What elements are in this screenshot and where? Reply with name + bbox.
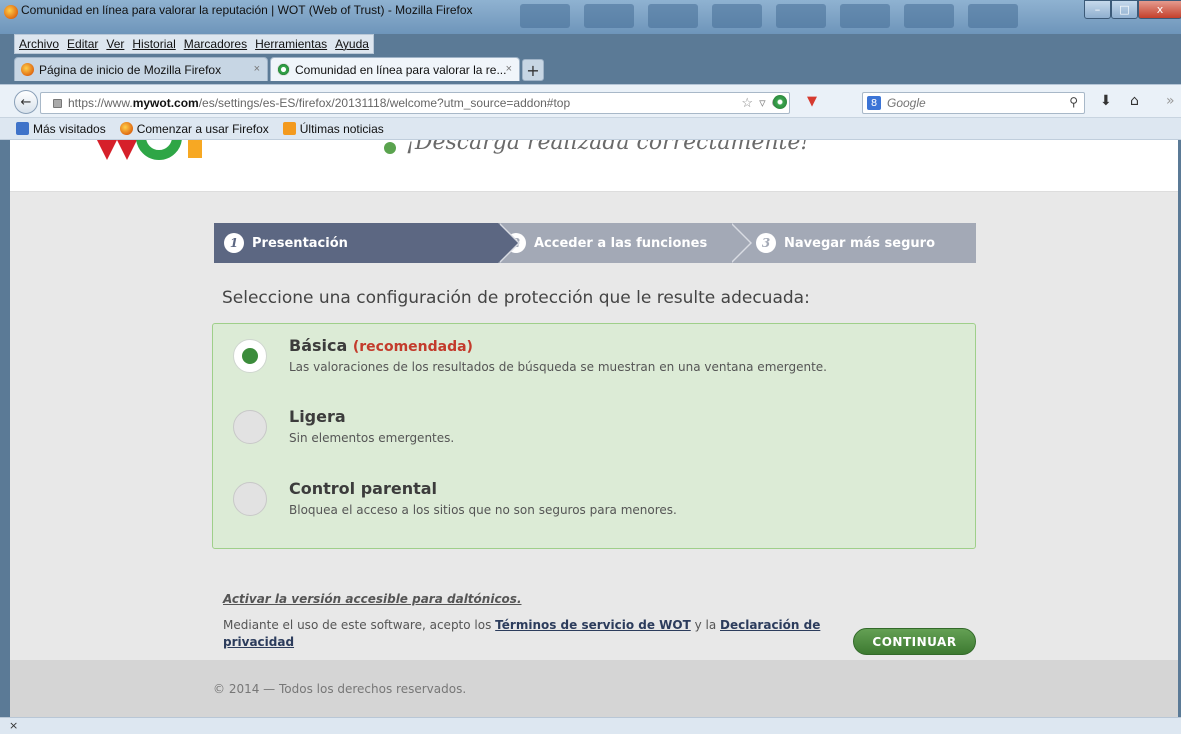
menu-historial[interactable]: Historial [132, 37, 175, 51]
close-addon-bar-icon[interactable]: × [9, 719, 18, 732]
step-label: Presentación [252, 235, 348, 251]
radio-control-parental[interactable] [233, 482, 267, 516]
step-number: 1 [224, 233, 244, 253]
maximize-button[interactable]: □ [1111, 0, 1138, 19]
site-header: ¡Descarga realizada correctamente! [10, 140, 1178, 192]
option-title: Control parental [289, 479, 438, 498]
radio-basica[interactable] [233, 339, 267, 373]
step-progress: 1 Presentación 2 Acceder a las funciones… [214, 223, 976, 263]
step-acceder-funciones: 2 Acceder a las funciones [498, 223, 752, 263]
search-input[interactable] [887, 96, 1047, 110]
protection-options: Básica (recomendada) Las valoraciones de… [212, 323, 976, 549]
recommended-label: (recomendada) [352, 339, 473, 355]
option-description: Sin elementos emergentes. [289, 431, 455, 445]
menu-ver[interactable]: Ver [106, 37, 124, 51]
step-presentacion: 1 Presentación [214, 223, 520, 263]
menu-bar: Archivo Editar Ver Historial Marcadores … [14, 34, 374, 54]
radio-ligera[interactable] [233, 410, 267, 444]
colorblind-mode-link[interactable]: Activar la versión accesible para daltón… [223, 592, 522, 606]
tab-firefox-start[interactable]: Página de inicio de Mozilla Firefox × [14, 57, 268, 81]
wot-logo[interactable] [92, 140, 222, 166]
new-tab-button[interactable]: + [522, 59, 544, 81]
option-title: Básica (recomendada) [289, 336, 473, 355]
wot-icon [277, 63, 290, 76]
download-icon[interactable]: ⬇ [1100, 93, 1112, 109]
option-control-parental[interactable]: Control parental Bloquea el acceso a los… [233, 479, 953, 533]
menu-herramientas[interactable]: Herramientas [255, 37, 327, 51]
status-bar: × [0, 717, 1181, 734]
menu-marcadores[interactable]: Marcadores [184, 37, 247, 51]
tab-label: Página de inicio de Mozilla Firefox [39, 62, 222, 77]
option-description: Bloquea el acceso a los sitios que no so… [289, 503, 677, 517]
close-window-button[interactable]: x [1138, 0, 1181, 19]
tab-wot-community[interactable]: Comunidad en línea para valorar la re...… [270, 57, 520, 81]
step-label: Navegar más seguro [784, 235, 935, 251]
window-controls: – □ x [1084, 0, 1181, 20]
bookmark-label: Más visitados [33, 121, 106, 136]
url-bar[interactable]: https://www.mywot.com/es/settings/es-ES/… [40, 92, 790, 114]
wot-toolbar-icon[interactable] [773, 95, 787, 109]
firefox-icon [21, 63, 34, 76]
rss-icon [282, 122, 296, 135]
bookmark-label: Comenzar a usar Firefox [136, 121, 269, 136]
option-ligera[interactable]: Ligera Sin elementos emergentes. [233, 407, 953, 461]
menu-editar[interactable]: Editar [67, 37, 98, 51]
bookmark-star-icon[interactable]: ☆ [741, 95, 753, 111]
more-tools-icon[interactable]: » [1166, 93, 1175, 109]
menu-archivo[interactable]: Archivo [19, 37, 59, 51]
most-visited-icon [16, 122, 29, 135]
history-dropdown-icon[interactable]: ▿ [759, 95, 766, 111]
lock-icon [53, 98, 62, 108]
navigation-bar: ← https://www.mywot.com/es/settings/es-E… [0, 84, 1181, 118]
option-basica[interactable]: Básica (recomendada) Las valoraciones de… [233, 336, 953, 390]
status-dot-icon [384, 142, 396, 154]
window-title: Comunidad en línea para valorar la reput… [21, 3, 473, 17]
page-footer: © 2014 — Todos los derechos reservados. [10, 660, 1178, 717]
step-navegar-seguro: 3 Navegar más seguro [730, 223, 976, 263]
header-tagline: ¡Descarga realizada correctamente! [406, 140, 810, 155]
search-icon[interactable]: ⚲ [1069, 95, 1078, 109]
step-number: 3 [756, 233, 776, 253]
url-text: https://www.mywot.com/es/settings/es-ES/… [68, 96, 571, 110]
bookmark-label: Últimas noticias [299, 121, 384, 136]
close-tab-icon[interactable]: × [506, 63, 512, 75]
firefox-icon [119, 122, 133, 135]
step-label: Acceder a las funciones [534, 235, 708, 251]
home-icon[interactable]: ⌂ [1130, 93, 1139, 109]
bookmark-most-visited[interactable]: Más visitados [16, 122, 106, 136]
tab-strip: Página de inicio de Mozilla Firefox × Co… [14, 57, 544, 81]
menu-ayuda[interactable]: Ayuda [335, 37, 369, 51]
page-content: ¡Descarga realizada correctamente! 1 Pre… [10, 140, 1178, 717]
addon-toolbar-icon[interactable]: ▼ [807, 94, 817, 109]
search-engine-icon[interactable]: 8 [867, 96, 881, 110]
window-titlebar: Comunidad en línea para valorar la reput… [0, 0, 1181, 34]
terms-of-service-link[interactable]: Términos de servicio de WOT [495, 618, 691, 632]
option-description: Las valoraciones de los resultados de bú… [289, 360, 827, 374]
terms-text: Mediante el uso de este software, acepto… [223, 618, 821, 649]
copyright-text: © 2014 — Todos los derechos reservados. [213, 682, 467, 696]
config-heading: Seleccione una configuración de protecci… [222, 288, 810, 308]
bookmark-getting-started[interactable]: Comenzar a usar Firefox [119, 121, 269, 136]
minimize-button[interactable]: – [1084, 0, 1111, 19]
background-taskbar [500, 0, 1080, 34]
firefox-icon [4, 5, 18, 19]
continue-button[interactable]: CONTINUAR [853, 628, 976, 655]
close-tab-icon[interactable]: × [254, 63, 260, 75]
search-bar[interactable]: 8 ⚲ [862, 92, 1085, 114]
option-title: Ligera [289, 407, 346, 426]
back-button[interactable]: ← [14, 90, 38, 114]
tab-label: Comunidad en línea para valorar la re... [295, 62, 507, 77]
bookmark-latest-news[interactable]: Últimas noticias [282, 121, 384, 136]
bookmarks-bar: Más visitados Comenzar a usar Firefox Úl… [0, 118, 1181, 140]
